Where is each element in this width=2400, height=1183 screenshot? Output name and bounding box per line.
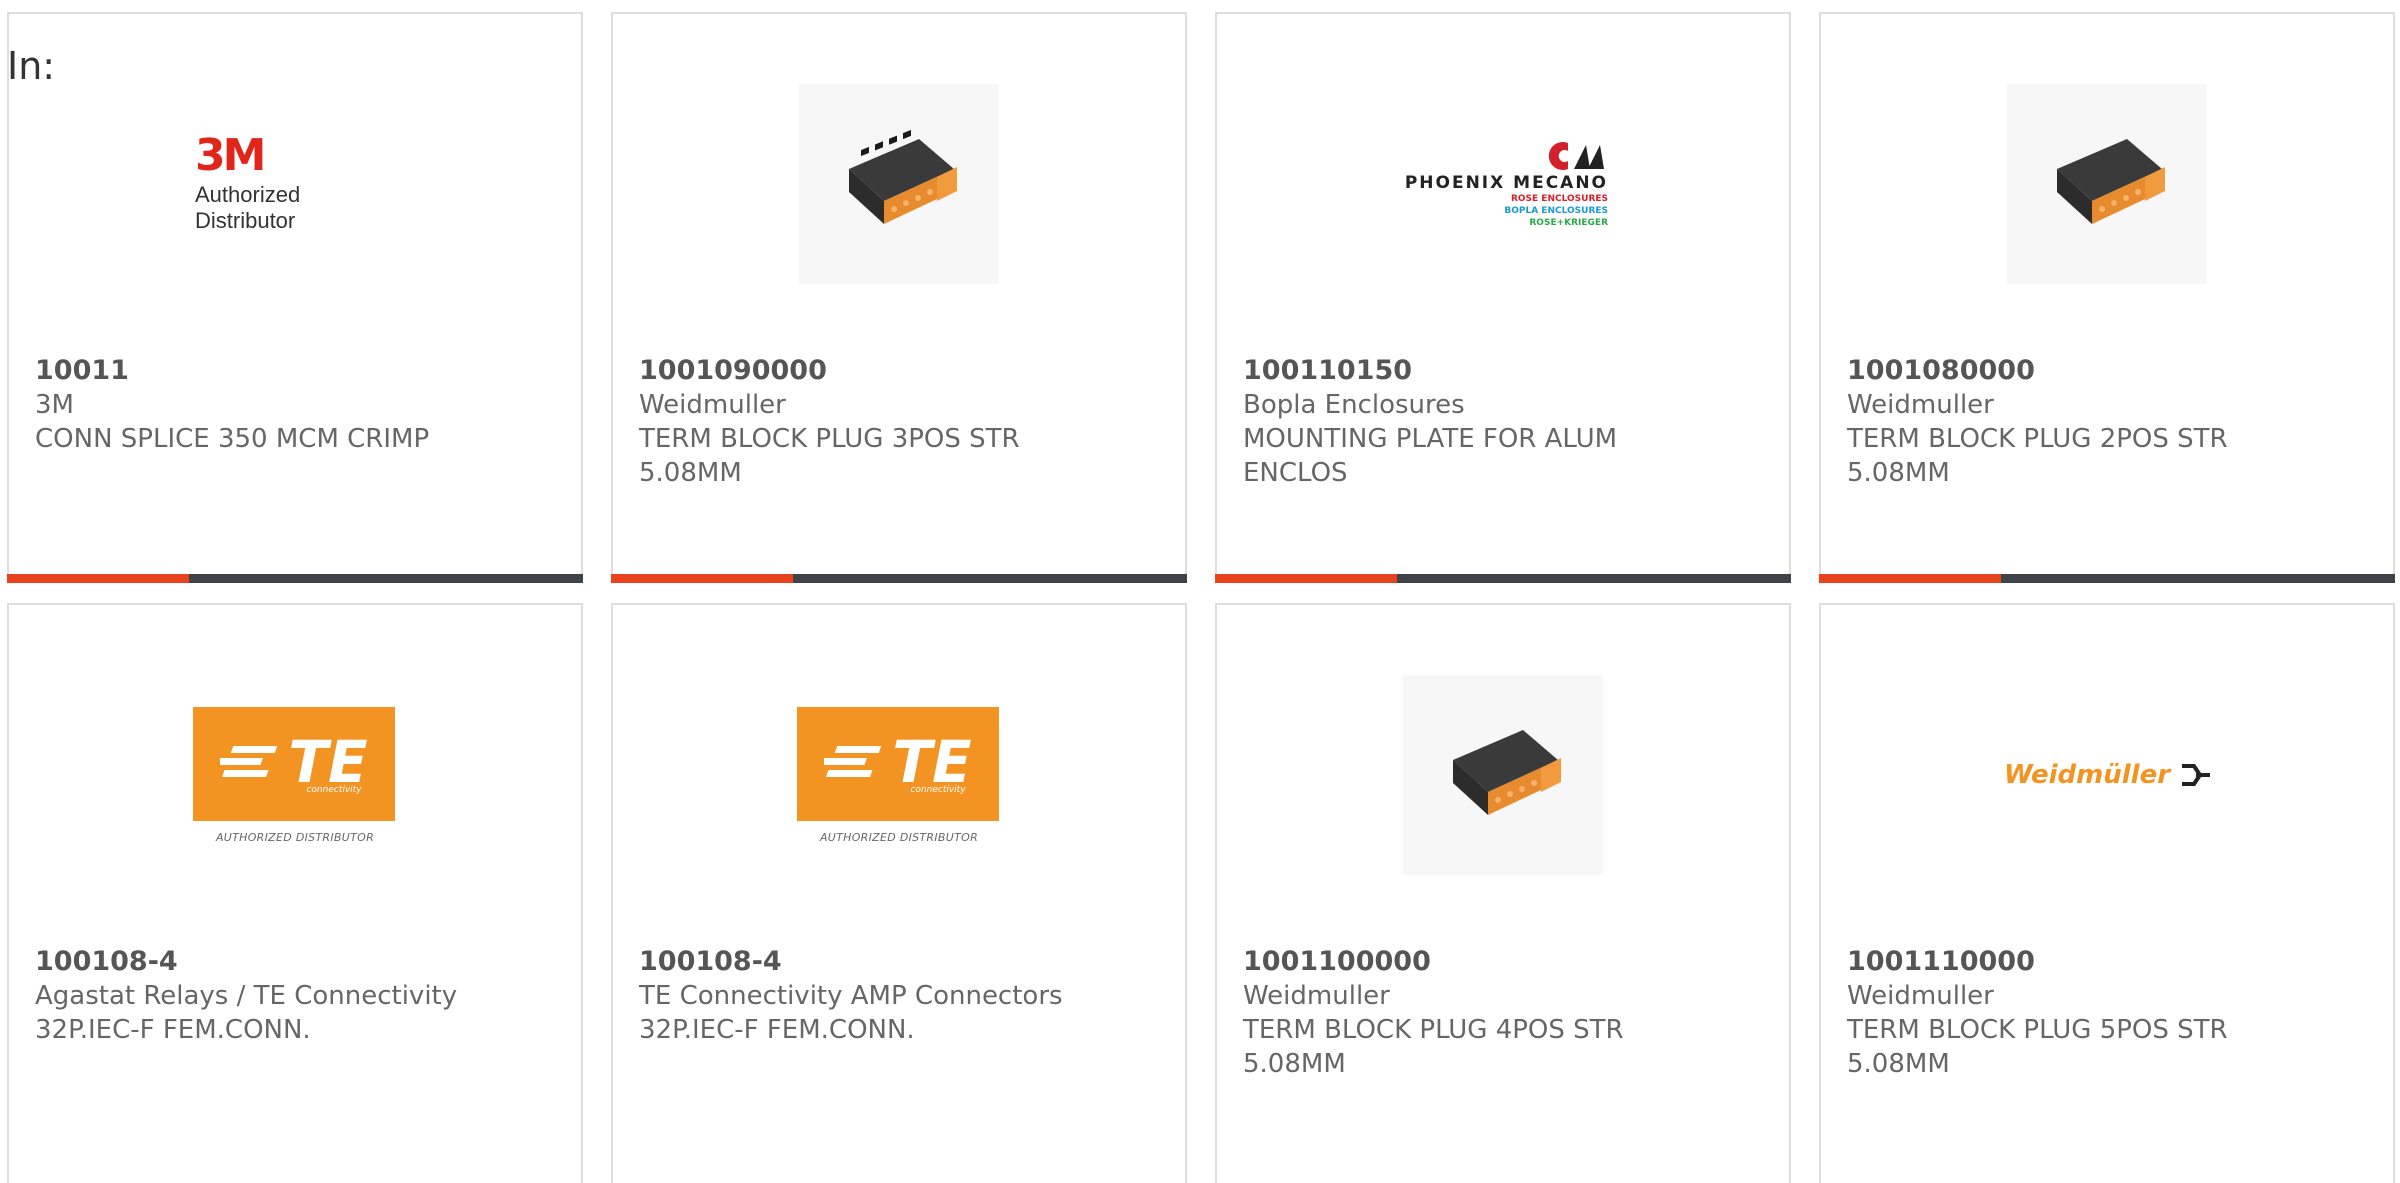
manufacturer: Agastat Relays / TE Connectivity: [35, 981, 458, 1011]
manufacturer: Weidmuller: [1847, 390, 1994, 420]
part-number[interactable]: 1001080000: [1847, 354, 2367, 388]
part-number[interactable]: 1001110000: [1847, 945, 2367, 979]
description: 32P.IEC-F FEM.CONN.: [35, 1015, 311, 1045]
weidmuller-logo-icon: Weidmüller: [2004, 760, 2211, 790]
manufacturer: Weidmuller: [1847, 981, 1994, 1011]
part-number[interactable]: 1001100000: [1243, 945, 1763, 979]
part-number[interactable]: 100108-4: [639, 945, 1159, 979]
description: TERM BLOCK PLUG 5POS STR 5.08MM: [1847, 1015, 2228, 1079]
product-card[interactable]: TE connectivity AUTHORIZED DISTRIBUTOR 1…: [611, 603, 1187, 1183]
product-card[interactable]: PHOENIX MECANO ROSE ENCLOSURES BOPLA ENC…: [1215, 12, 1791, 583]
product-card[interactable]: TE connectivity AUTHORIZED DISTRIBUTOR 1…: [7, 603, 583, 1183]
card-accent-bar: [1819, 574, 2395, 583]
part-number[interactable]: 10011: [35, 354, 555, 388]
product-grid: 3M Authorized Distributor 10011 3M CONN …: [0, 0, 2400, 1183]
product-image[interactable]: 3M Authorized Distributor: [9, 74, 581, 294]
product-image[interactable]: PHOENIX MECANO ROSE ENCLOSURES BOPLA ENC…: [1217, 74, 1789, 294]
product-card[interactable]: Weidmüller 1001110000 Weidmuller TERM BL…: [1819, 603, 2395, 1183]
product-card[interactable]: 1001090000 Weidmuller TERM BLOCK PLUG 3P…: [611, 12, 1187, 583]
manufacturer: TE Connectivity AMP Connectors: [639, 981, 1063, 1011]
product-image[interactable]: TE connectivity AUTHORIZED DISTRIBUTOR: [613, 665, 1185, 885]
description: MOUNTING PLATE FOR ALUM ENCLOS: [1243, 424, 1618, 488]
product-card[interactable]: 1001100000 Weidmuller TERM BLOCK PLUG 4P…: [1215, 603, 1791, 1183]
part-number[interactable]: 100110150: [1243, 354, 1763, 388]
3m-logo-icon: 3M Authorized Distributor: [195, 130, 301, 234]
manufacturer: Weidmuller: [639, 390, 786, 420]
description: TERM BLOCK PLUG 2POS STR 5.08MM: [1847, 424, 2228, 488]
manufacturer: Bopla Enclosures: [1243, 390, 1465, 420]
product-image[interactable]: [613, 74, 1185, 294]
product-card[interactable]: 1001080000 Weidmuller TERM BLOCK PLUG 2P…: [1819, 12, 2395, 583]
part-number[interactable]: 1001090000: [639, 354, 1159, 388]
card-accent-bar: [7, 574, 583, 583]
description: TERM BLOCK PLUG 4POS STR 5.08MM: [1243, 1015, 1624, 1079]
terminal-block-icon: [1403, 675, 1603, 875]
filter-label: In:: [7, 44, 56, 88]
manufacturer: 3M: [35, 390, 74, 420]
product-image[interactable]: [1217, 665, 1789, 885]
description: 32P.IEC-F FEM.CONN.: [639, 1015, 915, 1045]
terminal-block-icon: [799, 84, 999, 284]
card-accent-bar: [1215, 574, 1791, 583]
terminal-block-icon: [2007, 84, 2207, 284]
product-image[interactable]: Weidmüller: [1821, 665, 2393, 885]
te-connectivity-logo-icon: TE connectivity AUTHORIZED DISTRIBUTOR: [193, 706, 397, 844]
description: CONN SPLICE 350 MCM CRIMP: [35, 424, 430, 454]
product-card[interactable]: 3M Authorized Distributor 10011 3M CONN …: [7, 12, 583, 583]
phoenix-mecano-logo-icon: PHOENIX MECANO ROSE ENCLOSURES BOPLA ENC…: [1398, 139, 1608, 229]
card-accent-bar: [611, 574, 1187, 583]
part-number[interactable]: 100108-4: [35, 945, 555, 979]
description: TERM BLOCK PLUG 3POS STR 5.08MM: [639, 424, 1020, 488]
manufacturer: Weidmuller: [1243, 981, 1390, 1011]
product-image[interactable]: [1821, 74, 2393, 294]
te-connectivity-logo-icon: TE connectivity AUTHORIZED DISTRIBUTOR: [797, 706, 1001, 844]
product-image[interactable]: TE connectivity AUTHORIZED DISTRIBUTOR: [9, 665, 581, 885]
